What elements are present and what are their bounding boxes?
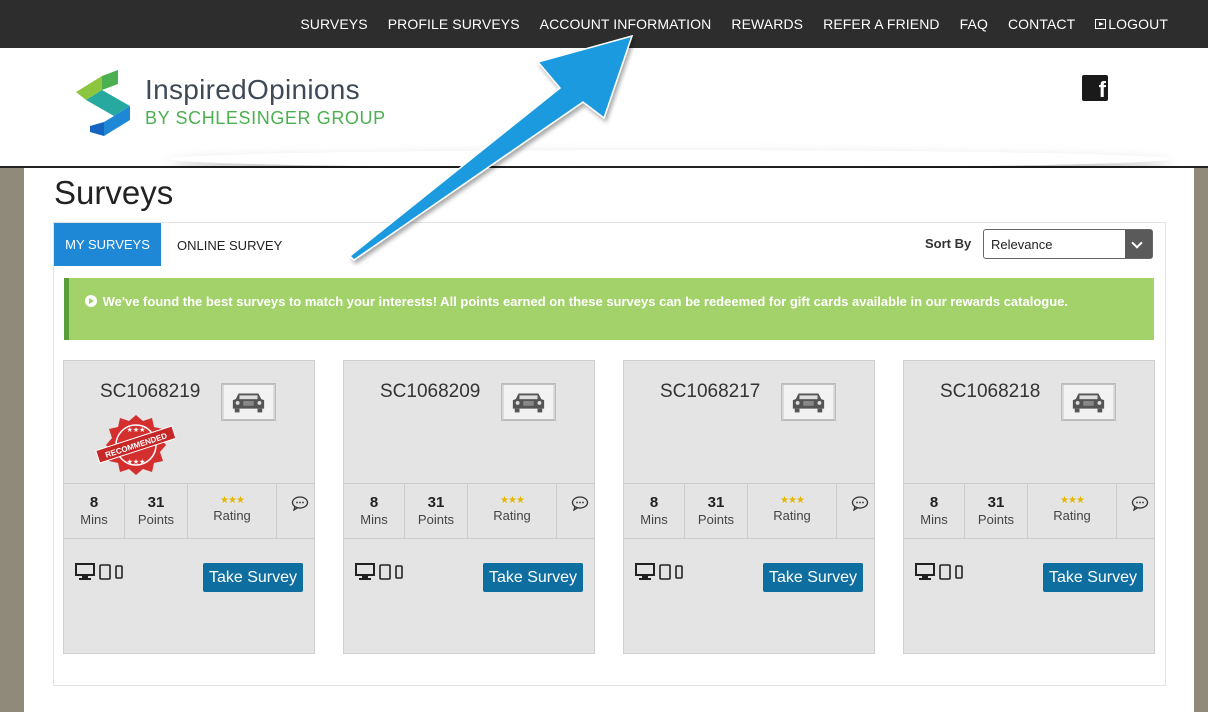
sort-selected-value: Relevance	[991, 237, 1053, 252]
logo-mark-icon[interactable]	[76, 70, 132, 136]
car-icon	[1061, 383, 1116, 421]
comment-icon[interactable]	[571, 496, 589, 511]
devices-icon	[75, 563, 123, 580]
nav-account-information[interactable]: ACCOUNT INFORMATION	[540, 16, 712, 32]
comment-icon[interactable]	[851, 496, 869, 511]
recommended-stamp-icon: RECOMMENDED ★★★ ★★★	[95, 415, 177, 475]
points-value: 31	[427, 494, 445, 511]
points-value: 31	[987, 494, 1005, 511]
mins-label: Mins	[640, 512, 668, 527]
take-survey-button[interactable]: Take Survey	[203, 563, 303, 592]
survey-code: SC1068218	[940, 381, 1041, 402]
nav-contact[interactable]: CONTACT	[1008, 16, 1075, 32]
survey-code: SC1068209	[380, 381, 481, 402]
logout-icon	[1095, 19, 1107, 29]
sort-select[interactable]: Relevance	[983, 229, 1153, 259]
nav-logout-label: LOGOUT	[1108, 16, 1168, 32]
stat-points: 31 Points	[965, 484, 1028, 538]
stat-rating: ★★★ Rating	[1028, 484, 1117, 538]
logo-name[interactable]: InspiredOpinions	[145, 74, 360, 106]
points-label: Points	[137, 512, 175, 527]
nav-refer-a-friend[interactable]: REFER A FRIEND	[823, 16, 940, 32]
take-survey-button[interactable]: Take Survey	[1043, 563, 1143, 592]
page-title: Surveys	[54, 174, 174, 211]
stat-points: 31 Points	[125, 484, 188, 538]
survey-code: SC1068217	[660, 381, 761, 402]
rating-stars-icon: ★★★	[220, 495, 245, 506]
points-label: Points	[697, 512, 735, 527]
devices-icon	[355, 563, 403, 580]
facebook-icon[interactable]: f	[1082, 75, 1108, 101]
logo-subtitle: BY SCHLESINGER GROUP	[145, 108, 386, 128]
info-alert: We've found the best surveys to match yo…	[64, 278, 1154, 340]
stat-rating: ★★★ Rating	[748, 484, 837, 538]
stat-points: 31 Points	[685, 484, 748, 538]
comment-icon[interactable]	[1131, 496, 1149, 511]
mins-value: 8	[89, 494, 99, 511]
rating-stars-icon: ★★★	[780, 495, 805, 506]
points-label: Points	[977, 512, 1015, 527]
stat-mins: 8 Mins	[624, 484, 685, 538]
mins-value: 8	[649, 494, 659, 511]
rating-label: Rating	[213, 508, 251, 523]
points-value: 31	[147, 494, 165, 511]
mins-label: Mins	[360, 512, 388, 527]
points-value: 31	[707, 494, 725, 511]
nav-faq[interactable]: FAQ	[960, 16, 988, 32]
survey-card: SC1068217 8 Mins 31 Points ★★★ Rating Ta…	[623, 360, 875, 654]
car-icon	[781, 383, 836, 421]
stat-rating: ★★★ Rating	[188, 484, 277, 538]
take-survey-button[interactable]: Take Survey	[483, 563, 583, 592]
survey-stats: 8 Mins 31 Points ★★★ Rating	[904, 483, 1154, 539]
header-shadow	[170, 150, 1170, 168]
comment-icon[interactable]	[291, 496, 309, 511]
nav-menu: SURVEYS PROFILE SURVEYS ACCOUNT INFORMAT…	[280, 0, 1168, 48]
survey-stats: 8 Mins 31 Points ★★★ Rating	[344, 483, 594, 539]
mins-label: Mins	[80, 512, 108, 527]
survey-card: SC1068219 RECOMMENDED ★★★ ★★★ 8 Mins 31 …	[63, 360, 315, 654]
mins-value: 8	[929, 494, 939, 511]
arrow-circle-icon	[85, 295, 97, 307]
nav-profile-surveys[interactable]: PROFILE SURVEYS	[388, 16, 520, 32]
rating-stars-icon: ★★★	[1060, 495, 1085, 506]
survey-card: SC1068218 8 Mins 31 Points ★★★ Rating Ta…	[903, 360, 1155, 654]
tab-online-survey[interactable]: ONLINE SURVEY	[177, 238, 282, 253]
stat-rating: ★★★ Rating	[468, 484, 557, 538]
nav-surveys[interactable]: SURVEYS	[300, 16, 367, 32]
devices-icon	[915, 563, 963, 580]
car-icon	[501, 383, 556, 421]
sort-label: Sort By	[925, 236, 972, 251]
devices-icon	[635, 563, 683, 580]
mins-value: 8	[369, 494, 379, 511]
svg-text:★★★: ★★★	[127, 426, 146, 434]
rating-label: Rating	[493, 508, 531, 523]
mins-label: Mins	[920, 512, 948, 527]
survey-card: SC1068209 8 Mins 31 Points ★★★ Rating Ta…	[343, 360, 595, 654]
rating-stars-icon: ★★★	[500, 495, 525, 506]
top-navigation: SURVEYS PROFILE SURVEYS ACCOUNT INFORMAT…	[0, 0, 1208, 48]
chevron-down-icon	[1125, 230, 1152, 258]
take-survey-button[interactable]: Take Survey	[763, 563, 863, 592]
stat-points: 31 Points	[405, 484, 468, 538]
survey-stats: 8 Mins 31 Points ★★★ Rating	[64, 483, 314, 539]
survey-stats: 8 Mins 31 Points ★★★ Rating	[624, 483, 874, 539]
rating-label: Rating	[773, 508, 811, 523]
svg-text:★★★: ★★★	[127, 458, 146, 466]
car-icon	[221, 383, 276, 421]
stat-mins: 8 Mins	[64, 484, 125, 538]
nav-rewards[interactable]: REWARDS	[731, 16, 803, 32]
survey-code: SC1068219	[100, 381, 201, 402]
tab-my-surveys[interactable]: MY SURVEYS	[54, 223, 161, 266]
rating-label: Rating	[1053, 508, 1091, 523]
points-label: Points	[417, 512, 455, 527]
stat-mins: 8 Mins	[904, 484, 965, 538]
alert-text: We've found the best surveys to match yo…	[102, 294, 1069, 309]
stat-mins: 8 Mins	[344, 484, 405, 538]
nav-logout[interactable]: LOGOUT	[1095, 16, 1168, 32]
